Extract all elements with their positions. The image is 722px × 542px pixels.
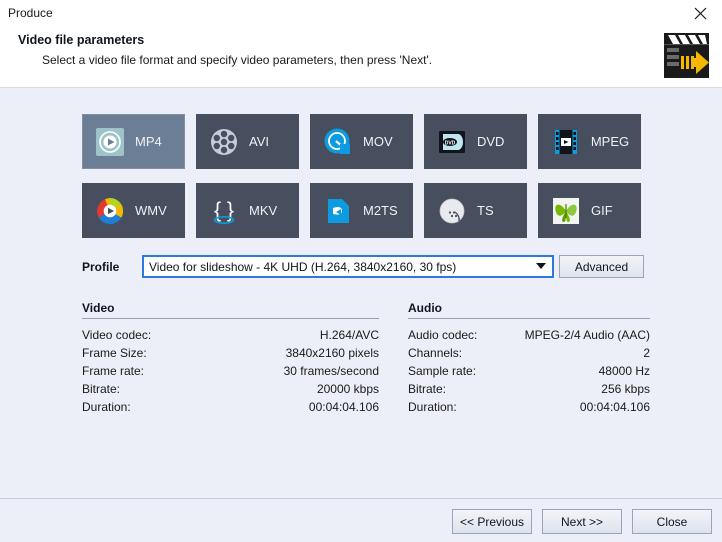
ts-sphere-icon xyxy=(436,195,468,227)
wmv-icon xyxy=(94,195,126,227)
info-row: Duration: 00:04:04.106 xyxy=(82,398,379,416)
info-value: 48000 Hz xyxy=(599,362,650,380)
clapperboard-export-icon xyxy=(659,31,714,81)
dialog-body: MP4 AVI xyxy=(0,89,722,498)
info-row: Video codec: H.264/AVC xyxy=(82,326,379,344)
info-key: Bitrate: xyxy=(82,380,120,398)
info-row: Audio codec: MPEG-2/4 Audio (AAC) xyxy=(408,326,650,344)
video-info-panel: Video Video codec: H.264/AVC Frame Size:… xyxy=(82,301,379,416)
info-value: MPEG-2/4 Audio (AAC) xyxy=(525,326,650,344)
format-label-dvd: DVD xyxy=(477,134,515,149)
profile-select[interactable]: Video for slideshow - 4K UHD (H.264, 384… xyxy=(142,255,554,278)
audio-panel-title: Audio xyxy=(408,301,650,319)
format-label-wmv: WMV xyxy=(135,203,173,218)
info-row: Sample rate: 48000 Hz xyxy=(408,362,650,380)
format-tile-mkv[interactable]: { } MKV xyxy=(196,183,299,238)
footer-button-group: << Previous Next >> Close xyxy=(452,509,712,534)
info-row: Channels: 2 xyxy=(408,344,650,362)
info-row: Frame Size: 3840x2160 pixels xyxy=(82,344,379,362)
bluray-icon xyxy=(322,195,354,227)
info-key: Duration: xyxy=(408,398,457,416)
info-value: 256 kbps xyxy=(601,380,650,398)
close-button[interactable] xyxy=(678,0,722,27)
video-panel-title: Video xyxy=(82,301,379,319)
info-value: 2 xyxy=(643,344,650,362)
gif-butterfly-icon xyxy=(550,195,582,227)
quicktime-icon xyxy=(322,126,354,158)
profile-select-value: Video for slideshow - 4K UHD (H.264, 384… xyxy=(144,260,530,274)
next-button[interactable]: Next >> xyxy=(542,509,622,534)
info-key: Channels: xyxy=(408,344,462,362)
format-tile-mp4[interactable]: MP4 xyxy=(82,114,185,169)
format-label-m2ts: M2TS xyxy=(363,203,401,218)
window-title: Produce xyxy=(8,6,53,20)
page-subtitle: Select a video file format and specify v… xyxy=(42,53,432,67)
info-key: Sample rate: xyxy=(408,362,476,380)
close-dialog-button[interactable]: Close xyxy=(632,509,712,534)
info-value: H.264/AVC xyxy=(320,326,379,344)
format-label-mkv: MKV xyxy=(249,203,287,218)
profile-row: Profile Video for slideshow - 4K UHD (H.… xyxy=(82,255,654,279)
mpeg-filmstrip-icon xyxy=(550,126,582,158)
format-label-mov: MOV xyxy=(363,134,401,149)
format-tile-avi[interactable]: AVI xyxy=(196,114,299,169)
info-value: 20000 kbps xyxy=(317,380,379,398)
dialog-footer: << Previous Next >> Close xyxy=(0,498,722,542)
info-key: Frame Size: xyxy=(82,344,147,362)
info-key: Bitrate: xyxy=(408,380,446,398)
profile-label: Profile xyxy=(82,260,119,274)
avi-film-reel-icon xyxy=(208,126,240,158)
format-tile-ts[interactable]: TS xyxy=(424,183,527,238)
format-grid: MP4 AVI xyxy=(82,114,654,238)
format-tile-gif[interactable]: GIF xyxy=(538,183,641,238)
dvd-disc-icon: DVD xyxy=(436,126,468,158)
format-label-mpeg: MPEG xyxy=(591,134,629,149)
format-label-avi: AVI xyxy=(249,134,287,149)
format-tile-mov[interactable]: MOV xyxy=(310,114,413,169)
info-row: Duration: 00:04:04.106 xyxy=(408,398,650,416)
format-label-gif: GIF xyxy=(591,203,629,218)
format-tile-m2ts[interactable]: M2TS xyxy=(310,183,413,238)
info-key: Video codec: xyxy=(82,326,151,344)
wizard-header: Video file parameters Select a video fil… xyxy=(0,27,722,88)
format-label-mp4: MP4 xyxy=(135,134,173,149)
page-title: Video file parameters xyxy=(18,33,144,47)
info-key: Frame rate: xyxy=(82,362,144,380)
svg-text:DVD: DVD xyxy=(445,140,456,146)
chevron-down-icon[interactable] xyxy=(530,257,552,276)
info-key: Duration: xyxy=(82,398,131,416)
info-row: Bitrate: 20000 kbps xyxy=(82,380,379,398)
info-value: 3840x2160 pixels xyxy=(286,344,379,362)
advanced-button[interactable]: Advanced xyxy=(559,255,644,278)
info-key: Audio codec: xyxy=(408,326,477,344)
format-tile-wmv[interactable]: WMV xyxy=(82,183,185,238)
mp4-icon xyxy=(94,126,126,158)
format-tile-dvd[interactable]: DVD DVD xyxy=(424,114,527,169)
info-value: 30 frames/second xyxy=(284,362,379,380)
audio-info-panel: Audio Audio codec: MPEG-2/4 Audio (AAC) … xyxy=(408,301,650,416)
info-value: 00:04:04.106 xyxy=(309,398,379,416)
info-row: Frame rate: 30 frames/second xyxy=(82,362,379,380)
title-bar: Produce xyxy=(0,0,722,27)
mkv-braces-icon: { } xyxy=(208,195,240,227)
previous-button[interactable]: << Previous xyxy=(452,509,532,534)
close-icon xyxy=(694,7,707,20)
format-tile-mpeg[interactable]: MPEG xyxy=(538,114,641,169)
format-label-ts: TS xyxy=(477,203,515,218)
info-value: 00:04:04.106 xyxy=(580,398,650,416)
info-row: Bitrate: 256 kbps xyxy=(408,380,650,398)
